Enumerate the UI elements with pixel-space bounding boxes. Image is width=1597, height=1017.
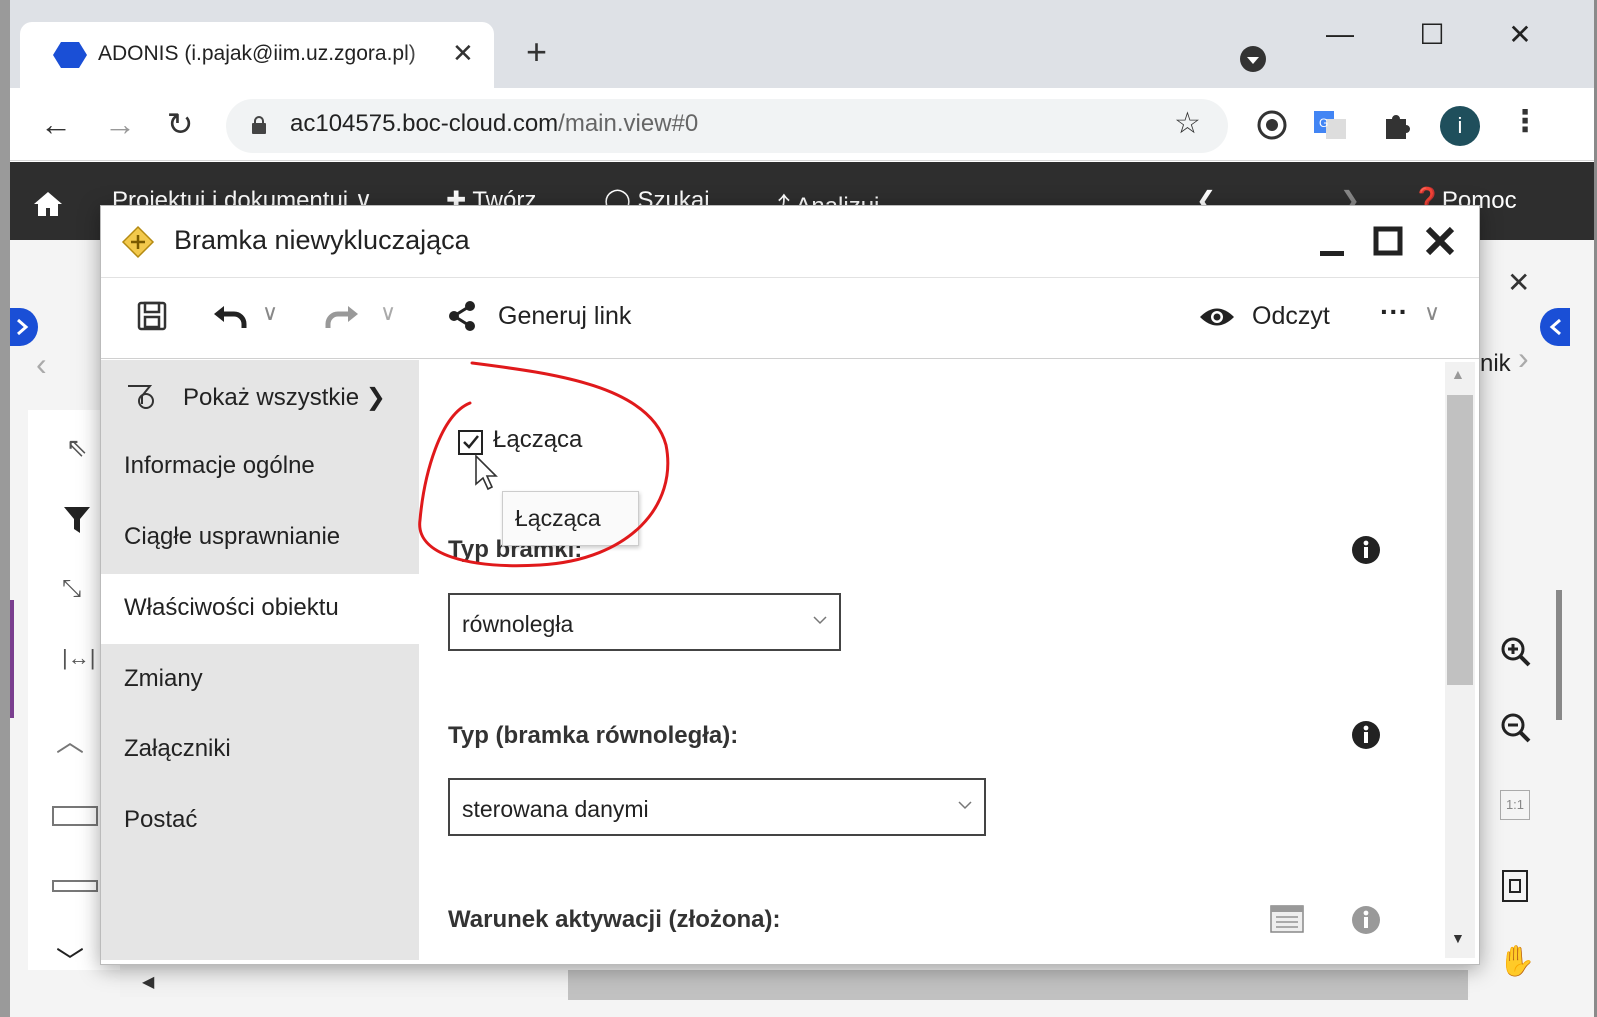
svg-text:G: G xyxy=(1319,116,1328,130)
checkbox-tooltip: Łącząca xyxy=(502,491,639,546)
reload-icon[interactable]: ↻ xyxy=(160,104,200,144)
accent-strip xyxy=(10,600,14,718)
pool-shape-icon[interactable] xyxy=(52,806,98,826)
undo-icon[interactable] xyxy=(210,298,250,334)
profile-avatar[interactable]: i xyxy=(1440,106,1480,146)
gate-type-value: równoległa xyxy=(462,611,574,637)
window-close-button[interactable]: ✕ xyxy=(1500,18,1540,51)
dialog-maximize-icon[interactable] xyxy=(1370,223,1406,259)
collapse-up-icon[interactable]: ︿ xyxy=(56,720,84,760)
home-icon[interactable] xyxy=(32,190,64,218)
behind-tab-label: nik xyxy=(1480,350,1511,377)
url-path: /main.view#0 xyxy=(558,110,699,137)
actual-size-icon[interactable]: 1:1 xyxy=(1500,790,1530,820)
sidebar-item-object-properties[interactable]: Właściwości obiektu xyxy=(124,594,339,622)
eye-icon[interactable] xyxy=(1198,304,1236,330)
window-minimize-button[interactable]: — xyxy=(1320,18,1360,50)
scroll-down-arrow-icon[interactable]: ▼ xyxy=(1451,930,1465,946)
filter-outline-icon[interactable] xyxy=(126,384,156,412)
sidebar-item-continuous-improvement[interactable]: Ciągłe usprawnianie xyxy=(124,523,340,551)
zoom-out-icon[interactable] xyxy=(1500,712,1532,744)
parallel-type-label: Typ (bramka równoległa): xyxy=(448,722,739,749)
redo-dropdown-icon[interactable]: ∨ xyxy=(380,300,396,326)
forward-icon[interactable]: → xyxy=(100,104,140,144)
tab-close-icon[interactable]: ✕ xyxy=(452,38,474,69)
window-maximize-button[interactable]: ☐ xyxy=(1412,18,1452,51)
expression-editor-icon[interactable] xyxy=(1270,905,1304,933)
dialog-title: Bramka niewykluczająca xyxy=(174,225,470,255)
tab-title: ADONIS (i.pajak@iim.uz.zgora.pl) xyxy=(98,42,416,65)
bookmark-star-icon[interactable]: ☆ xyxy=(1174,106,1201,141)
sidebar-item-changes[interactable]: Zmiany xyxy=(124,665,203,693)
back-icon[interactable]: ← xyxy=(36,104,76,144)
spacing-tool-icon[interactable]: |↔| xyxy=(62,645,95,671)
horizontal-scrollbar-thumb[interactable] xyxy=(568,970,1468,1000)
activation-condition-label: Warunek aktywacji (złożona): xyxy=(448,906,781,933)
chevron-right-icon: ❯ xyxy=(365,384,386,411)
lane-shape-icon[interactable] xyxy=(52,880,98,892)
parallel-type-select[interactable]: sterowana danymi xyxy=(448,778,986,836)
generate-link-button[interactable]: Generuj link xyxy=(498,302,631,331)
filter-icon[interactable] xyxy=(62,505,92,535)
right-toolbox xyxy=(1480,400,1560,1000)
dialog-close-icon[interactable] xyxy=(1422,223,1458,259)
joining-checkbox-label[interactable]: Łącząca xyxy=(493,426,582,454)
lock-icon[interactable] xyxy=(251,116,267,134)
info-icon[interactable] xyxy=(1351,535,1381,565)
tab-search-icon[interactable] xyxy=(1240,46,1266,72)
hand-tool-icon[interactable]: ✋ xyxy=(1498,944,1535,979)
pointer-tool-icon[interactable]: ⇖ xyxy=(66,432,88,463)
sidebar-item-appearance[interactable]: Postać xyxy=(124,806,197,834)
inclusive-gateway-icon xyxy=(121,225,155,259)
chevron-down-icon xyxy=(813,616,827,625)
sidebar-item-attachments[interactable]: Załączniki xyxy=(124,735,231,763)
show-all-label: Pokaż wszystkie xyxy=(183,384,360,411)
expand-right-panel-icon[interactable] xyxy=(1540,308,1570,346)
expand-left-panel-icon[interactable] xyxy=(8,308,38,346)
show-all-button[interactable]: Pokaż wszystkie ❯ xyxy=(183,383,386,412)
browser-menu-icon[interactable]: ⋮ xyxy=(1510,104,1540,139)
browser-tab[interactable]: ADONIS (i.pajak@iim.uz.zgora.pl) ✕ xyxy=(20,22,494,90)
dialog-sidebar xyxy=(101,360,419,960)
info-icon[interactable] xyxy=(1351,720,1381,750)
fit-page-icon[interactable] xyxy=(1502,870,1528,902)
undo-dropdown-icon[interactable]: ∨ xyxy=(262,300,278,326)
read-mode-button[interactable]: Odczyt xyxy=(1252,302,1330,331)
share-icon[interactable] xyxy=(446,298,478,334)
google-translate-icon[interactable]: G xyxy=(1312,107,1348,143)
extension-shield-icon[interactable] xyxy=(1254,107,1290,143)
url-host: ac104575.boc-cloud.com xyxy=(290,110,559,137)
parallel-type-value: sterowana danymi xyxy=(462,796,649,822)
scroll-right-icon[interactable]: › xyxy=(1518,340,1529,377)
check-mark-icon xyxy=(463,435,479,449)
zoom-in-icon[interactable] xyxy=(1500,636,1532,668)
extensions-puzzle-icon[interactable] xyxy=(1378,107,1414,143)
dialog-minimize-icon[interactable] xyxy=(1314,223,1350,259)
scroll-left-icon[interactable]: ‹ xyxy=(36,346,47,383)
connector-tool-icon[interactable]: ⤡ xyxy=(62,575,81,603)
chevron-down-icon xyxy=(958,801,972,810)
right-scrollbar[interactable] xyxy=(1556,590,1562,720)
more-options-icon[interactable]: ··· xyxy=(1380,296,1408,328)
more-options-dropdown-icon[interactable]: ∨ xyxy=(1424,300,1440,326)
sidebar-item-general-info[interactable]: Informacje ogólne xyxy=(124,452,315,480)
joining-checkbox[interactable] xyxy=(458,430,483,455)
gate-type-select[interactable]: równoległa xyxy=(448,593,841,651)
save-icon[interactable] xyxy=(136,298,168,334)
behind-close-icon[interactable]: ✕ xyxy=(1507,266,1530,299)
redo-icon[interactable] xyxy=(322,298,362,334)
scroll-left-arrow-icon[interactable]: ◀ xyxy=(142,972,154,992)
content-scrollbar-thumb[interactable] xyxy=(1447,395,1473,685)
new-tab-button[interactable]: + xyxy=(526,34,547,70)
info-icon-disabled[interactable] xyxy=(1351,905,1381,935)
collapse-down-icon[interactable]: ﹀ xyxy=(56,940,84,980)
adonis-favicon-icon xyxy=(53,42,87,68)
scroll-up-arrow-icon[interactable]: ▲ xyxy=(1451,366,1465,382)
url-text[interactable]: ac104575.boc-cloud.com/main.view#0 xyxy=(290,110,698,138)
mouse-cursor-icon xyxy=(475,454,498,491)
